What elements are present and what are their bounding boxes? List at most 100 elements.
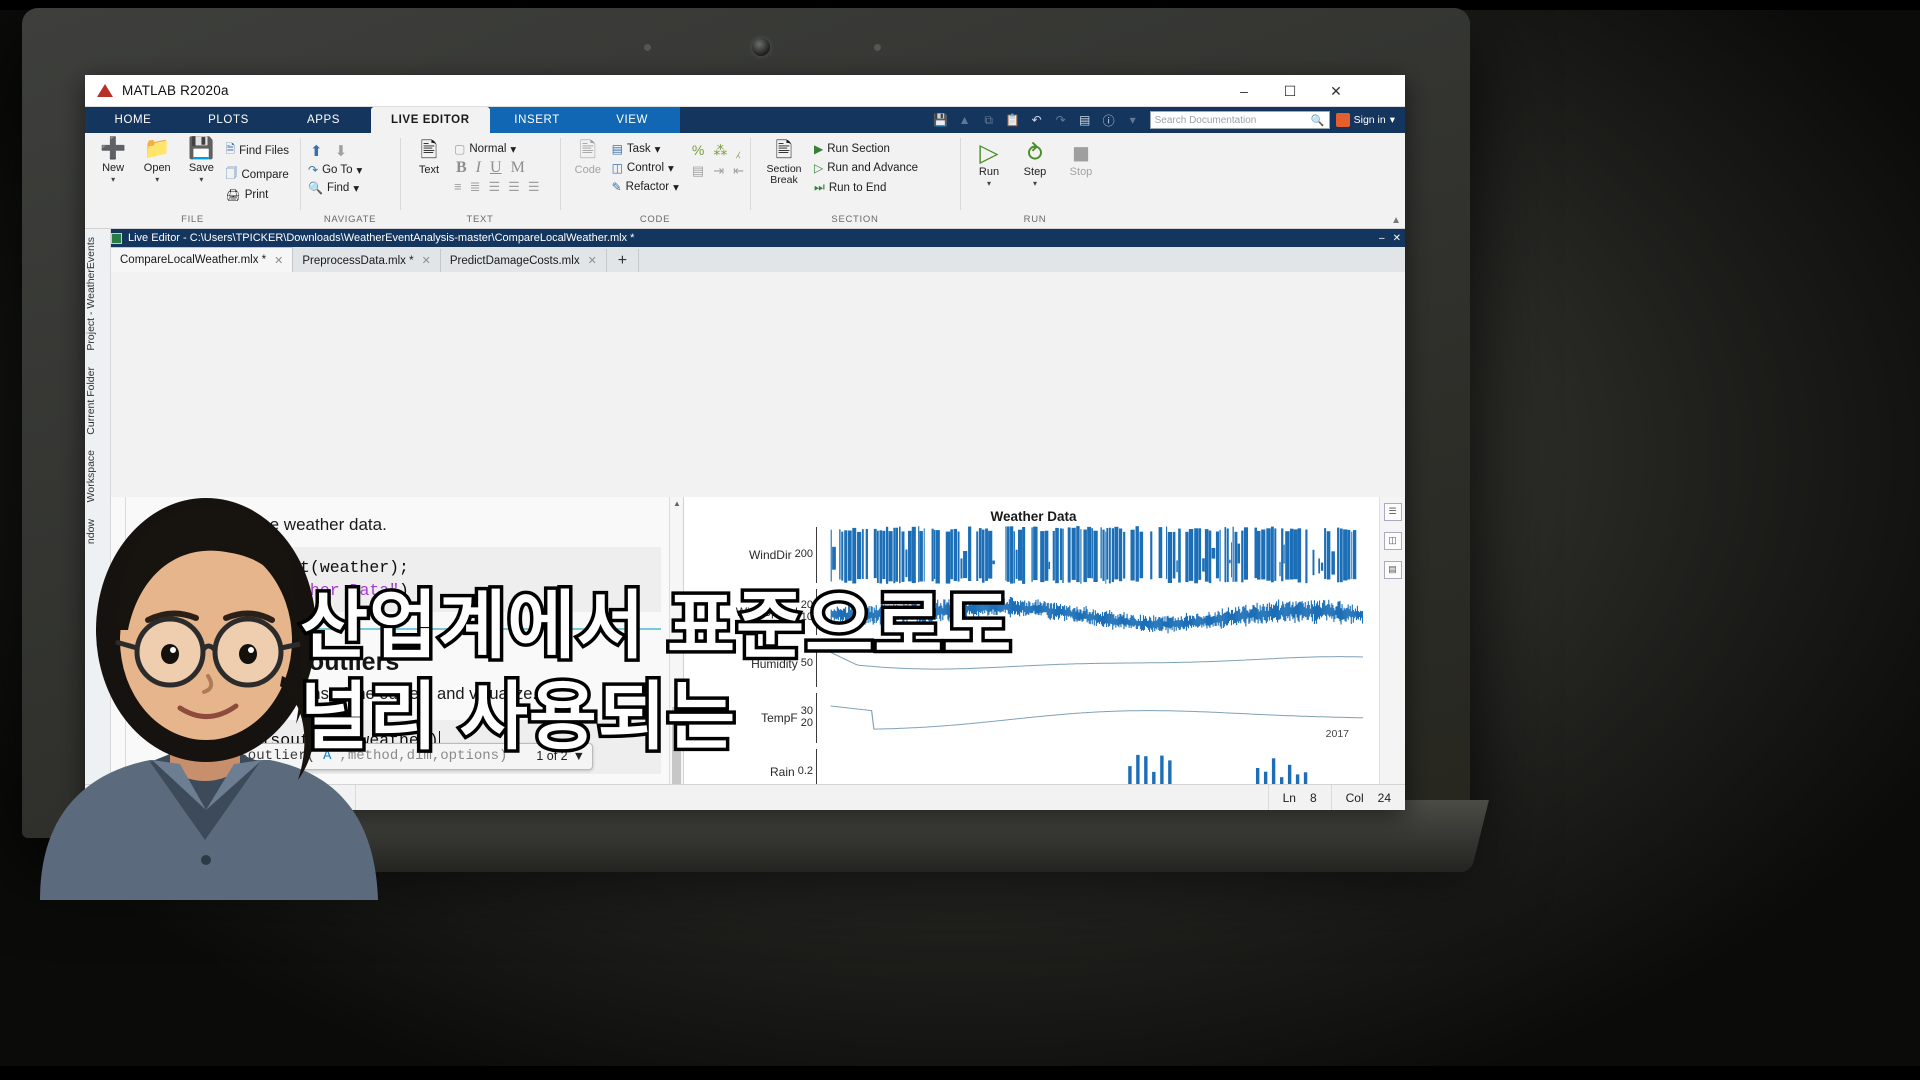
section-break-button[interactable]: 🖹 Section Break: [756, 138, 812, 186]
go-to-label: Go To: [322, 164, 353, 176]
more-quick-icon[interactable]: ▾: [1122, 110, 1144, 130]
tab-view[interactable]: VIEW: [584, 107, 680, 133]
decrease-indent-icon[interactable]: ⇤: [733, 163, 744, 179]
compare-button[interactable]: 🗍 Compare: [223, 163, 294, 186]
redo-quick-icon[interactable]: ↷: [1050, 110, 1072, 130]
italic-button[interactable]: I: [476, 159, 481, 177]
group-label-section: SECTION: [831, 214, 879, 225]
bold-button[interactable]: B: [456, 159, 467, 177]
uncomment-icon[interactable]: ⁂: [713, 142, 727, 159]
find-button[interactable]: 🔍 Find ▾: [306, 180, 394, 196]
output-inline-icon[interactable]: ☰: [1383, 502, 1402, 521]
align-left-icon[interactable]: ☰: [489, 179, 501, 195]
underline-button[interactable]: U: [490, 159, 502, 177]
stop-label: Stop: [1069, 166, 1093, 178]
layout-quick-icon[interactable]: ▤: [1074, 110, 1096, 130]
increase-indent-icon[interactable]: ⇥: [713, 163, 724, 179]
close-button[interactable]: ✕: [1313, 75, 1359, 107]
monospace-button[interactable]: M: [511, 159, 525, 177]
align-center-icon[interactable]: ☰: [508, 179, 520, 195]
control-label: Control: [626, 162, 664, 174]
chevron-down-icon: ▾: [356, 165, 363, 177]
chevron-down-icon: ▾: [986, 179, 991, 188]
scroll-up-icon[interactable]: ▲: [673, 499, 681, 508]
close-icon[interactable]: ✕: [274, 254, 283, 267]
close-icon[interactable]: ✕: [422, 254, 431, 267]
chart-ylabel-rain: Rain 0.2: [770, 764, 813, 779]
open-button[interactable]: 📁 Open ▾: [135, 136, 179, 184]
text-style-dropdown[interactable]: ▢ Normal ▾: [452, 141, 539, 157]
find-label: Find: [326, 182, 350, 194]
comment-icon[interactable]: %: [692, 142, 704, 158]
run-section-button[interactable]: ▶ Run Section: [812, 141, 923, 157]
arrow-down-icon[interactable]: ⬇: [335, 142, 348, 160]
document-icon: [111, 232, 122, 244]
compare-icon: 🗍: [225, 166, 238, 180]
run-button[interactable]: ▷ Run ▾: [966, 140, 1012, 188]
close-icon[interactable]: ✕: [588, 254, 597, 267]
bezel-dot-right: [874, 44, 881, 51]
ribbon-collapse-icon[interactable]: ▲: [1391, 215, 1401, 226]
group-label-file: FILE: [181, 214, 204, 225]
print-icon: 🖨: [225, 188, 241, 202]
arrow-up-icon[interactable]: ⬆: [310, 142, 323, 160]
editor-tab-preprocess-data[interactable]: PreprocessData.mlx * ✕: [293, 249, 441, 272]
tab-plots[interactable]: PLOTS: [181, 107, 276, 133]
go-to-button[interactable]: ↷ Go To ▾: [306, 162, 394, 178]
open-label: Open: [143, 162, 171, 174]
smart-indent-icon[interactable]: ▤: [692, 163, 704, 179]
new-label: New: [102, 162, 125, 174]
strip-project[interactable]: Project - WeatherEvents: [85, 229, 111, 359]
bulleted-list-icon[interactable]: ≡: [454, 179, 462, 194]
tab-apps[interactable]: APPS: [276, 107, 371, 133]
run-and-advance-button[interactable]: ▷ Run and Advance: [812, 160, 923, 176]
ribbon-group-navigate: ⬆ ⬇ ↷ Go To ▾ 🔍 Find ▾ NAVIGATE: [300, 133, 400, 228]
minimize-button[interactable]: –: [1221, 75, 1267, 107]
output-right-icon[interactable]: ◫: [1383, 531, 1402, 550]
status-spacer: [356, 784, 1269, 810]
plus-icon: ➕: [100, 137, 127, 160]
numbered-list-icon[interactable]: ≣: [470, 179, 481, 195]
editor-tab-compare-local-weather[interactable]: CompareLocalWeather.mlx * ✕: [111, 247, 294, 272]
tab-live-editor[interactable]: LIVE EDITOR: [371, 107, 490, 133]
new-tab-button[interactable]: +: [607, 249, 640, 272]
tab-insert[interactable]: INSERT: [489, 107, 585, 133]
print-button[interactable]: 🖨 Print: [223, 187, 294, 203]
sign-in-button[interactable]: Sign in ▾: [1335, 113, 1401, 127]
undo-quick-icon[interactable]: ↶: [1026, 110, 1048, 130]
stop-button[interactable]: ◼ Stop: [1058, 140, 1104, 179]
chevron-down-icon: ▾: [1389, 114, 1395, 126]
search-documentation-input[interactable]: Search Documentation 🔍: [1149, 111, 1330, 129]
editor-tab-predict-damage-costs[interactable]: PredictDamageCosts.mlx ✕: [441, 249, 607, 272]
status-position: Ln 8 Col 24: [1269, 784, 1405, 810]
text-button[interactable]: 🖹 Text: [406, 138, 452, 177]
chart-panel-winddir: WindDir 200: [704, 524, 1363, 586]
chevron-down-icon: ▾: [673, 182, 679, 194]
new-button[interactable]: ➕ New ▾: [91, 136, 135, 184]
task-button[interactable]: ▤ Task ▾: [610, 141, 684, 157]
save-button[interactable]: 💾 Save ▾: [179, 136, 223, 184]
maximize-button[interactable]: ☐: [1267, 75, 1313, 107]
save-quick-icon[interactable]: 💾: [930, 110, 952, 130]
status-col-value: 24: [1377, 790, 1391, 805]
help-quick-icon[interactable]: ⓘ: [1098, 110, 1120, 130]
chevron-down-icon: ▾: [199, 175, 204, 184]
search-documentation-placeholder: Search Documentation: [1154, 114, 1257, 126]
run-label: Run: [978, 166, 1000, 178]
find-files-button[interactable]: 🗎 Find Files: [223, 139, 294, 162]
wrap-comments-icon[interactable]: ⁁: [736, 142, 740, 159]
control-button[interactable]: ◫ Control ▾: [610, 160, 684, 176]
cut-quick-icon[interactable]: ▲: [954, 110, 976, 130]
step-button[interactable]: ⥁ Step ▾: [1012, 140, 1058, 188]
document-minimize-button[interactable]: –: [1379, 233, 1385, 244]
refactor-button[interactable]: ✎ Refactor ▾: [610, 179, 684, 195]
copy-quick-icon[interactable]: ⧉: [978, 110, 1000, 130]
strip-current-folder[interactable]: Current Folder: [85, 359, 111, 443]
run-to-end-button[interactable]: ⏭ Run to End: [812, 179, 923, 196]
code-button[interactable]: 🖹 Code: [566, 138, 610, 177]
document-close-button[interactable]: ✕: [1393, 233, 1401, 244]
hide-output-icon[interactable]: ▤: [1383, 560, 1402, 579]
paste-quick-icon[interactable]: 📋: [1002, 110, 1024, 130]
tab-home[interactable]: HOME: [85, 107, 181, 133]
align-right-icon[interactable]: ☰: [528, 179, 540, 195]
